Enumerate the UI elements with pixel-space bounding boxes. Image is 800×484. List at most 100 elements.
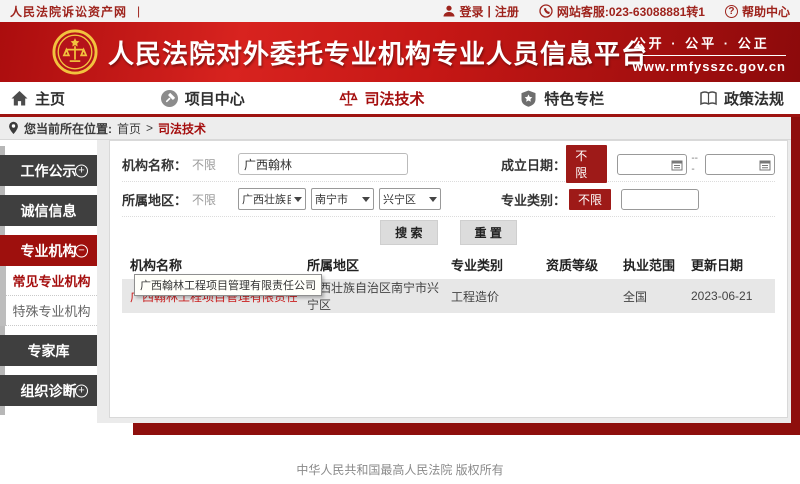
- founding-date-group: 成立日期： 不限 ---: [501, 145, 775, 183]
- sidebar-item-label: 工作公示: [21, 161, 77, 181]
- reset-button[interactable]: 重 置: [460, 220, 517, 245]
- footer: 中华人民共和国最高人民法院 版权所有: [0, 435, 800, 484]
- expand-icon[interactable]: +: [75, 384, 88, 397]
- cell-category: 工程造价: [447, 279, 542, 313]
- category-input[interactable]: [621, 189, 699, 210]
- divider: [133, 423, 800, 435]
- slogan-text: 公开 · 公平 · 公正: [633, 33, 786, 56]
- form-row-1: 机构名称： 不限 成立日期： 不限 ---: [122, 147, 775, 182]
- location-pin-icon: [8, 121, 19, 135]
- top-utility-bar: 人民法院诉讼资产网 | 登录 | 注册 网站客服:023-63088881转1 …: [0, 0, 800, 22]
- login-register-group: 登录 | 注册: [442, 3, 519, 20]
- sidebar-item-label: 专业机构: [21, 241, 77, 261]
- divider: [0, 186, 5, 195]
- category-unlimited-badge[interactable]: 不限: [569, 189, 611, 210]
- col-header-scope: 执业范围: [617, 249, 687, 279]
- nav-label: 项目中心: [185, 88, 245, 109]
- breadcrumb-separator: >: [146, 121, 153, 135]
- nav-item-project-center[interactable]: 项目中心: [160, 88, 245, 109]
- topbar-links: 登录 | 注册 网站客服:023-63088881转1 ? 帮助中心: [428, 3, 791, 20]
- date-label: 成立日期：: [501, 155, 566, 174]
- calendar-icon: [759, 159, 771, 171]
- page: 人民法院诉讼资产网 | 登录 | 注册 网站客服:023-63088881转1 …: [0, 0, 800, 484]
- sidebar-item-integrity-info[interactable]: 诚信信息: [0, 195, 97, 226]
- divider: [0, 326, 5, 335]
- sidebar-item-label: 专家库: [28, 341, 70, 361]
- content-body: 工作公示 + 诚信信息 专业机构 − 常见专业机构 特殊专业机构 专家库: [0, 140, 800, 423]
- cell-scope: 全国: [617, 279, 687, 313]
- shield-star-icon: [519, 89, 538, 108]
- chevron-down-icon: [362, 197, 370, 202]
- help-icon: ?: [725, 5, 738, 18]
- org-name-label: 机构名称：: [122, 155, 192, 174]
- nav-label: 主页: [35, 88, 65, 109]
- sidebar-item-work-public[interactable]: 工作公示 +: [0, 155, 97, 186]
- category-group: 专业类别： 不限: [501, 189, 775, 210]
- date-unlimited-badge[interactable]: 不限: [566, 145, 607, 183]
- nav-item-home[interactable]: 主页: [10, 88, 65, 109]
- region-unlimited[interactable]: 不限: [192, 191, 216, 208]
- sidebar-submenu: 常见专业机构 特殊专业机构: [0, 266, 97, 326]
- city-value: 南宁市: [315, 191, 359, 207]
- breadcrumb-prefix: 您当前所在位置:: [24, 120, 112, 137]
- district-select[interactable]: 兴宁区: [379, 188, 441, 210]
- category-label: 专业类别：: [501, 190, 569, 209]
- login-link[interactable]: 登录: [460, 3, 484, 20]
- breadcrumb-home[interactable]: 首页: [117, 120, 141, 137]
- org-name-tooltip: 广西翰林工程项目管理有限责任公司: [134, 274, 322, 296]
- nav-label: 特色专栏: [544, 88, 604, 109]
- nav-item-policy[interactable]: 政策法规: [699, 88, 784, 109]
- nav-item-featured[interactable]: 特色专栏: [519, 88, 604, 109]
- phone-icon: [539, 4, 553, 18]
- submenu-item-common-orgs[interactable]: 常见专业机构: [6, 266, 97, 296]
- submenu-item-special-orgs[interactable]: 特殊专业机构: [6, 296, 97, 326]
- help-group[interactable]: ? 帮助中心: [725, 3, 790, 20]
- book-icon: [699, 89, 718, 108]
- site-name[interactable]: 人民法院诉讼资产网: [10, 3, 127, 20]
- city-select[interactable]: 南宁市: [311, 188, 374, 210]
- site-url: www.rmfysszc.gov.cn: [633, 59, 786, 74]
- court-emblem-icon: [52, 29, 98, 75]
- province-value: 广西壮族自治: [242, 191, 291, 207]
- scales-icon: [339, 89, 358, 108]
- nav-item-judicial-tech[interactable]: 司法技术: [339, 88, 424, 109]
- region-label: 所属地区：: [122, 190, 192, 209]
- platform-title: 人民法院对外委托专业机构专业人员信息平台: [108, 34, 648, 71]
- main-column: 机构名称： 不限 成立日期： 不限 ---: [97, 140, 800, 423]
- banner-right-block: 公开 · 公平 · 公正 www.rmfysszc.gov.cn: [633, 33, 786, 74]
- sidebar-item-professional-orgs[interactable]: 专业机构 −: [0, 235, 97, 266]
- province-select[interactable]: 广西壮族自治: [238, 188, 306, 210]
- header-banner: 人民法院对外委托专业机构专业人员信息平台 公开 · 公平 · 公正 www.rm…: [0, 22, 800, 82]
- help-link[interactable]: 帮助中心: [742, 3, 790, 20]
- main-nav: 主页 项目中心 司法技术 特色专栏 政策法规: [0, 82, 800, 117]
- nav-label: 司法技术: [364, 88, 424, 109]
- date-from-input[interactable]: [617, 154, 687, 175]
- org-name-unlimited[interactable]: 不限: [192, 156, 216, 173]
- calendar-icon: [671, 159, 683, 171]
- collapse-icon[interactable]: −: [75, 244, 88, 257]
- expand-icon[interactable]: +: [75, 164, 88, 177]
- col-header-category: 专业类别: [447, 249, 542, 279]
- chevron-down-icon: [294, 197, 302, 202]
- district-value: 兴宁区: [383, 191, 426, 207]
- home-icon: [10, 89, 29, 108]
- org-name-input[interactable]: [238, 153, 408, 175]
- nav-label: 政策法规: [724, 88, 784, 109]
- sidebar-item-org-diagnosis[interactable]: 组织诊断 +: [0, 375, 97, 406]
- divider: [791, 117, 800, 435]
- hotline-text: 网站客服:023-63088881转1: [557, 3, 705, 20]
- gavel-icon: [160, 89, 179, 108]
- search-panel: 机构名称： 不限 成立日期： 不限 ---: [109, 140, 788, 418]
- user-icon: [442, 4, 456, 18]
- breadcrumb-current: 司法技术: [158, 120, 206, 137]
- hotline-group: 网站客服:023-63088881转1: [539, 3, 705, 20]
- search-button[interactable]: 搜 索: [380, 220, 437, 245]
- date-range-separator: ---: [691, 153, 701, 175]
- breadcrumb: 您当前所在位置: 首页 > 司法技术: [0, 117, 800, 140]
- sidebar-item-expert-library[interactable]: 专家库: [0, 335, 97, 366]
- chevron-down-icon: [429, 197, 437, 202]
- date-to-input[interactable]: [705, 154, 775, 175]
- cell-grade: [542, 279, 617, 313]
- register-link[interactable]: 注册: [495, 3, 519, 20]
- cell-updated: 2023-06-21: [687, 279, 775, 313]
